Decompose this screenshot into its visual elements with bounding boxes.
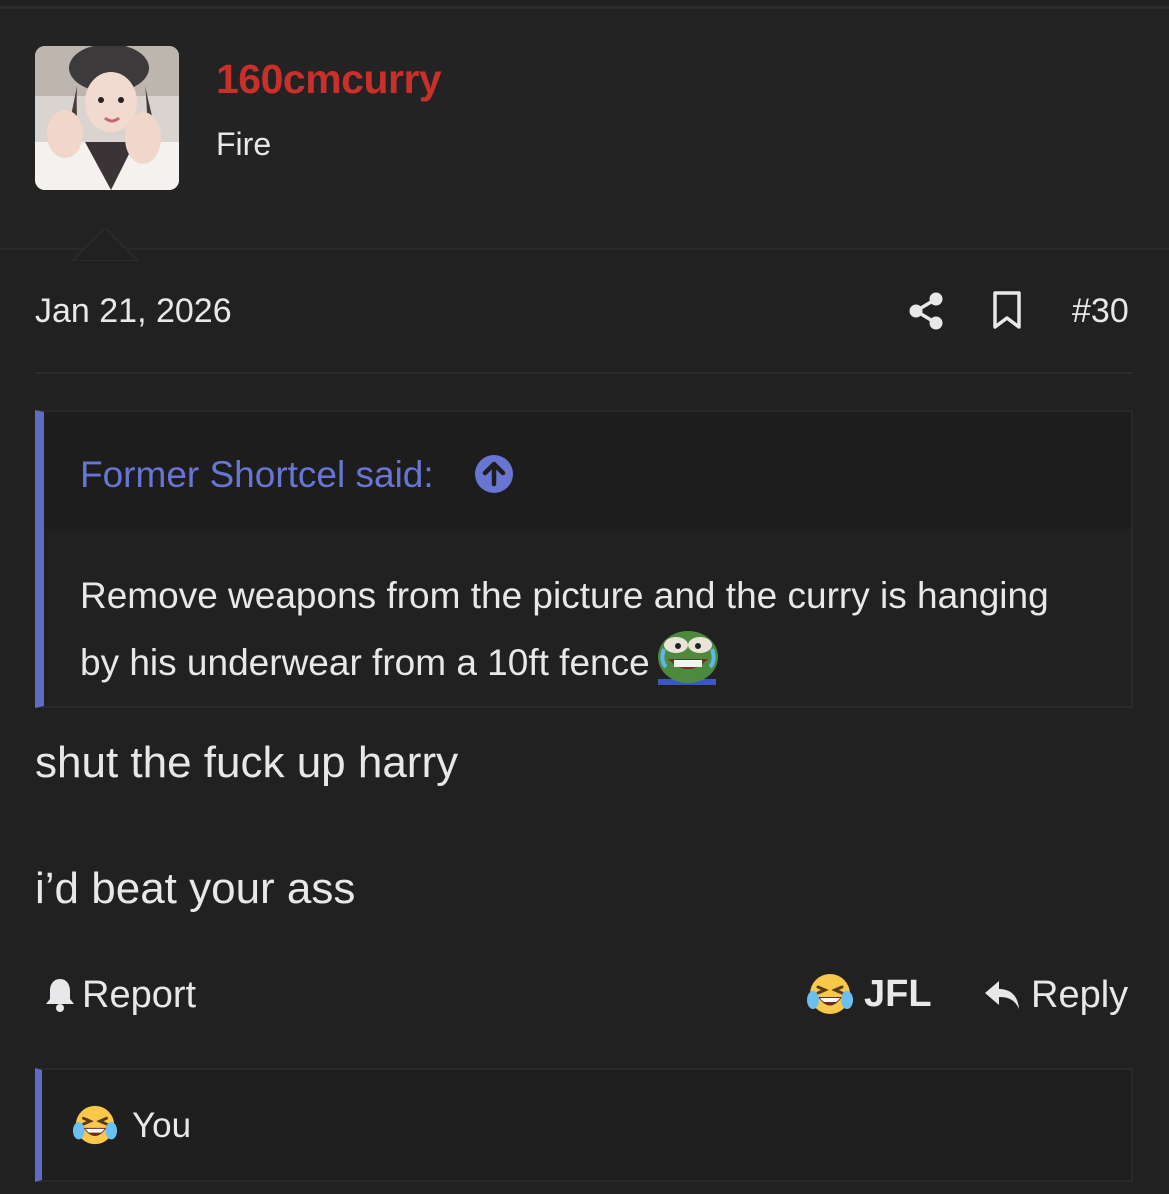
post-date-link[interactable]: Jan 21, 2026 [35, 292, 232, 331]
quote-text: Remove weapons from the picture and the … [80, 575, 1049, 683]
crying-laughing-icon [806, 970, 854, 1018]
arrow-up-circle-icon[interactable] [474, 454, 514, 494]
reply-label: Reply [1031, 973, 1129, 1016]
bell-icon [44, 977, 76, 1013]
quote-header: Former Shortcel said: [44, 412, 1131, 529]
quote-body: Remove weapons from the picture and the … [44, 529, 1131, 706]
post-text-line: shut the fuck up harry [35, 738, 459, 787]
reactions-bar[interactable]: You [35, 1068, 1133, 1182]
reply-arrow-icon [983, 978, 1021, 1012]
report-label: Report [82, 973, 197, 1016]
bookmark-icon[interactable] [992, 290, 1022, 330]
post-text-line: i’d beat your ass [35, 864, 356, 913]
quote-text-container: Remove weapons from the picture and the … [80, 564, 1080, 694]
crying-laughing-icon [72, 1102, 118, 1148]
user-header: 160cmcurry Fire [0, 9, 1169, 261]
divider [35, 372, 1133, 374]
user-title: Fire [216, 126, 272, 162]
quote-block: Former Shortcel said: Remove weapons fro… [35, 410, 1133, 708]
header-pointer [72, 228, 138, 261]
jfl-reaction-button[interactable]: JFL [806, 968, 932, 1020]
pepe-crying-laughing-icon [656, 627, 720, 685]
avatar[interactable] [35, 46, 179, 190]
report-button[interactable]: Report [44, 972, 196, 1018]
post-number-link[interactable]: #30 [1072, 292, 1129, 331]
reaction-users-label[interactable]: You [132, 1106, 191, 1146]
reply-button[interactable]: Reply [983, 972, 1128, 1018]
share-icon[interactable] [908, 292, 944, 330]
jfl-label: JFL [864, 972, 932, 1015]
quote-author-link[interactable]: Former Shortcel said: [80, 454, 434, 496]
username-link[interactable]: 160cmcurry [216, 56, 442, 103]
